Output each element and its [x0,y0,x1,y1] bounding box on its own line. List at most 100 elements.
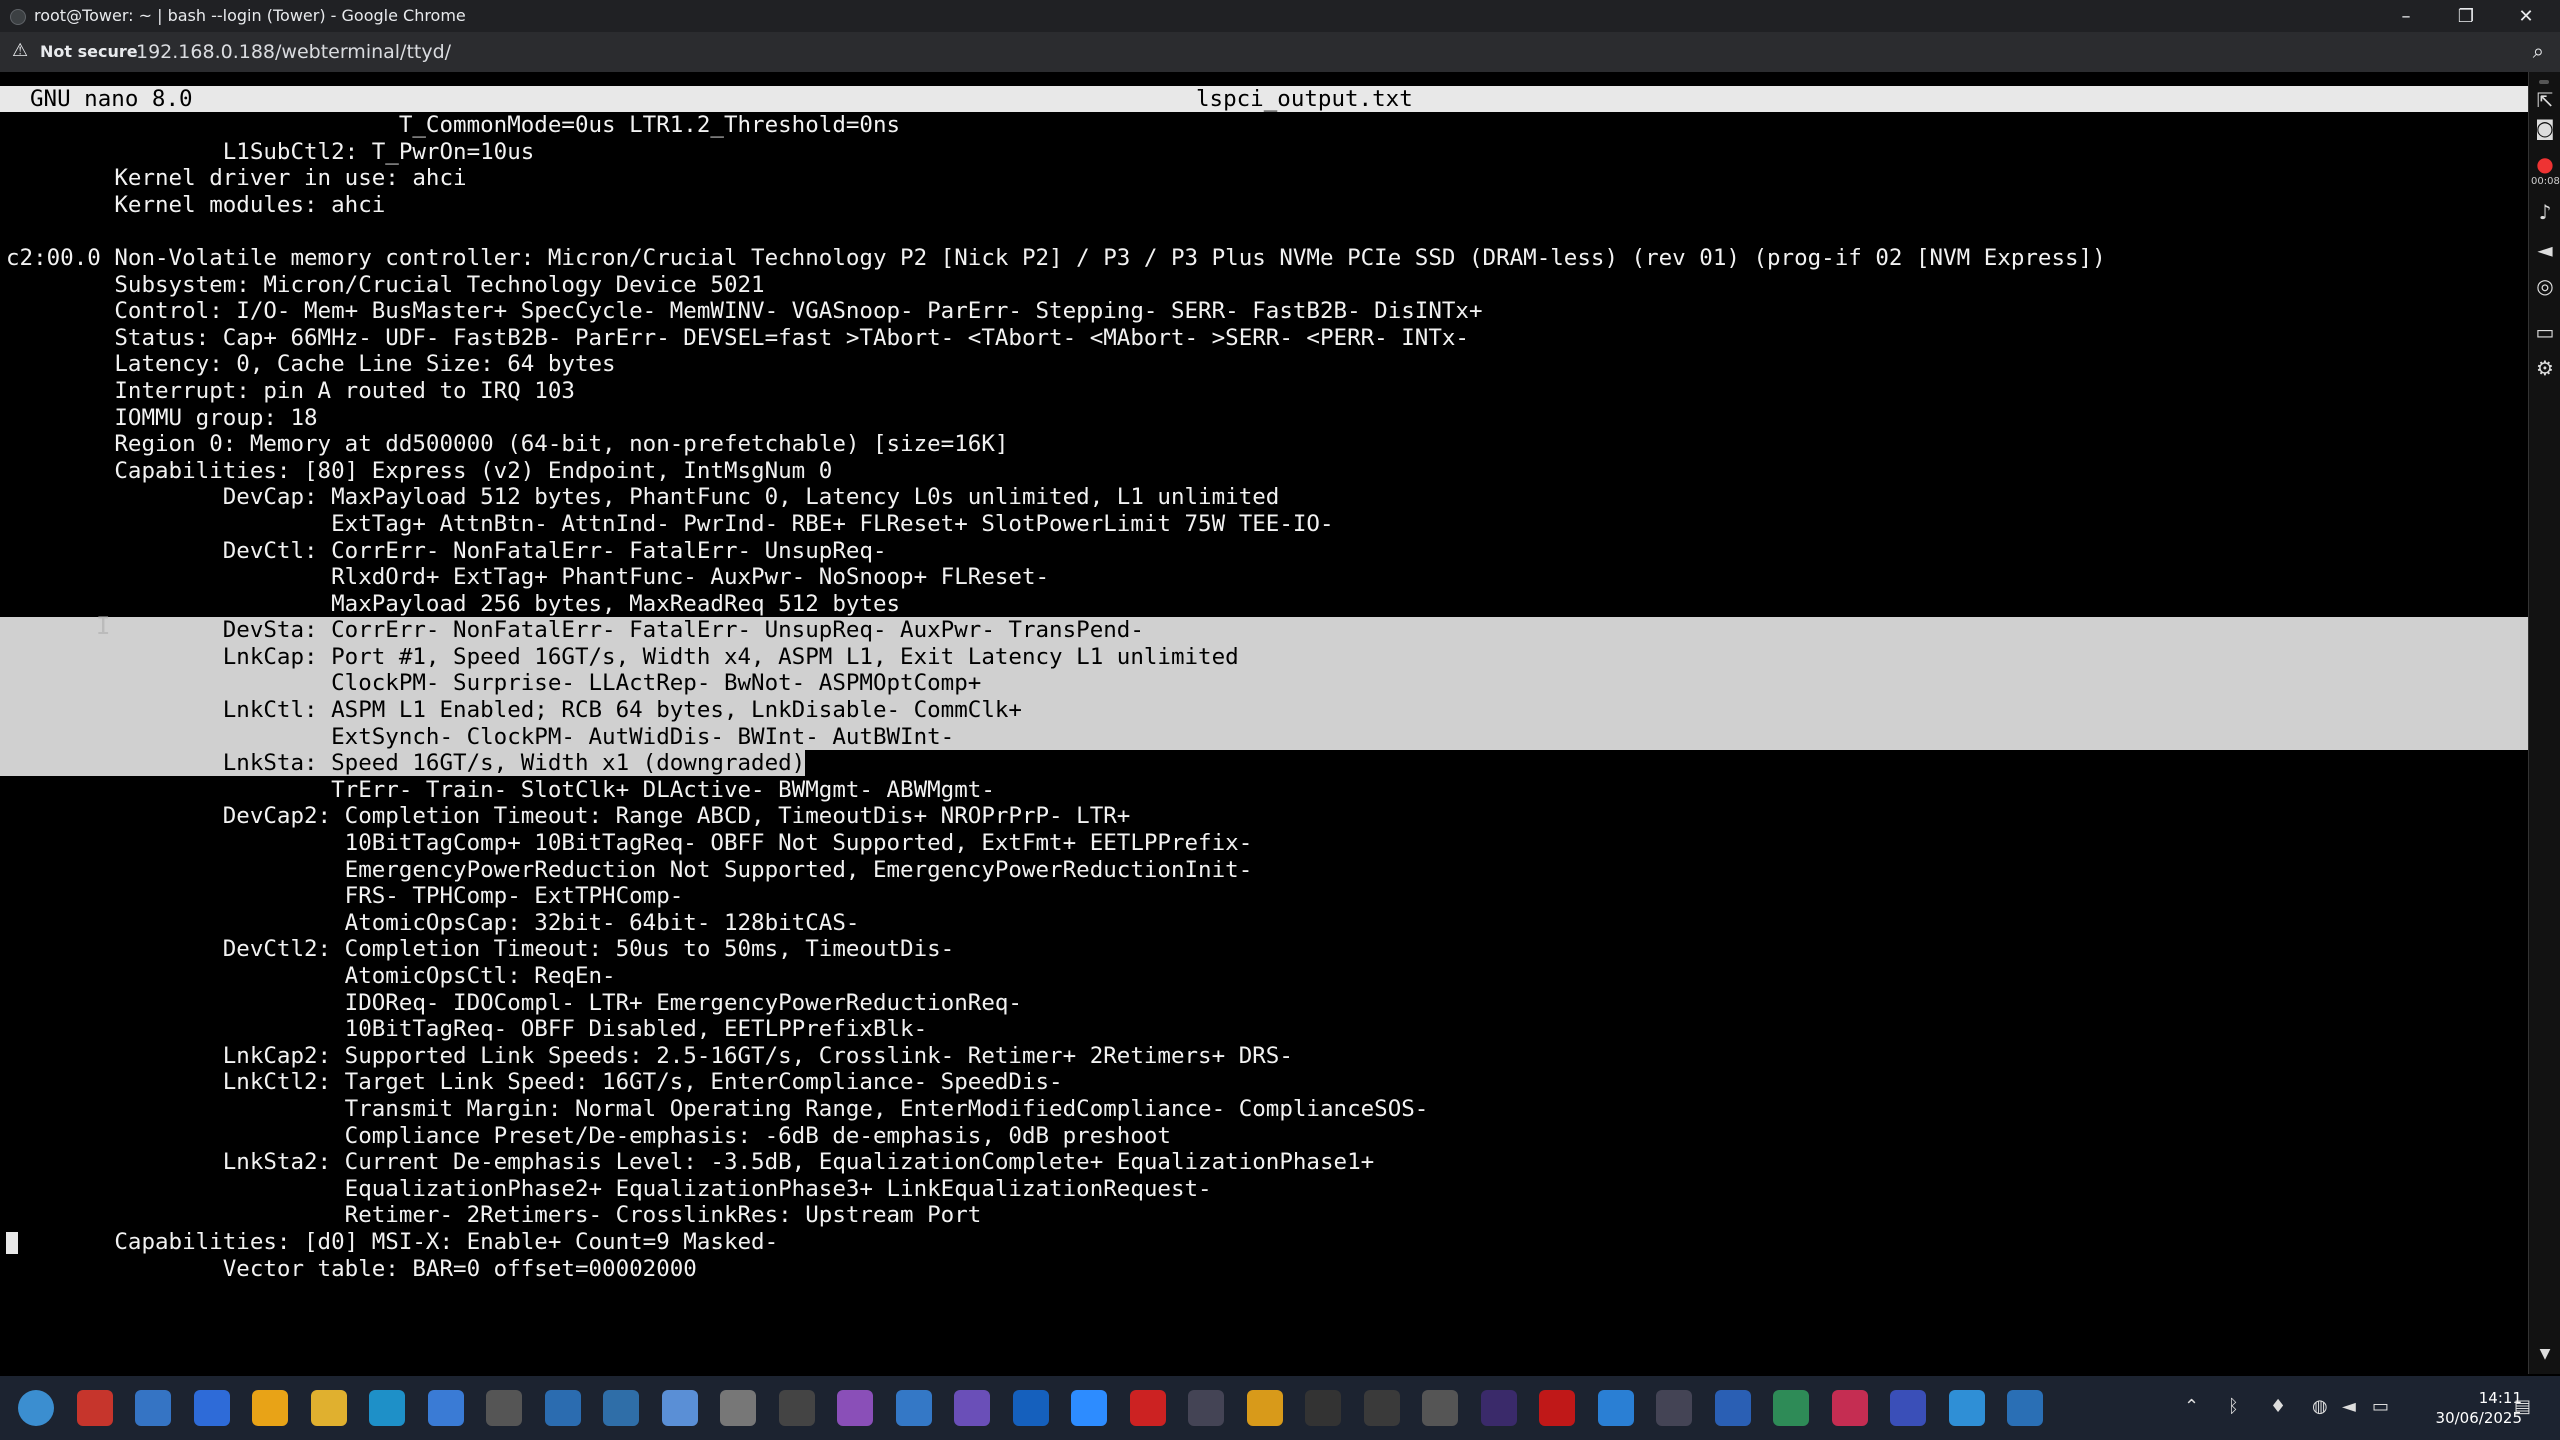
file-line[interactable]: Capabilities: [d0] MSI-X: Enable+ Count=… [6,1229,2526,1256]
file-line[interactable] [6,218,2526,245]
file-line[interactable]: Capabilities: [80] Express (v2) Endpoint… [6,458,2526,485]
file-line[interactable]: AtomicOpsCtl: ReqEn- [6,963,2526,990]
file-line[interactable]: ClockPM- Surprise- LLActRep- BwNot- ASPM… [0,670,2528,698]
file-explorer-icon[interactable] [310,1390,347,1426]
app-icon[interactable] [661,1390,698,1426]
file-line[interactable]: Retimer- 2Retimers- CrosslinkRes: Upstre… [6,1202,2526,1229]
warning-triangle-icon[interactable]: ⚠ [12,40,28,61]
scroll-down-icon[interactable]: ▼ [2533,1342,2557,1366]
record-app-icon[interactable] [1246,1390,1283,1426]
search-app-icon[interactable] [369,1390,405,1426]
file-line[interactable]: c2:00.0 Non-Volatile memory controller: … [6,245,2526,272]
file-line[interactable]: FRS- TPHComp- ExtTPHComp- [6,883,2526,910]
chrome-icon[interactable] [252,1390,288,1426]
file-line[interactable]: Compliance Preset/De-emphasis: -6dB de-e… [6,1123,2526,1150]
app-icon[interactable] [1656,1390,1692,1426]
file-line[interactable]: Kernel driver in use: ahci [6,165,2526,192]
app-icon[interactable] [778,1390,815,1426]
file-line[interactable]: IOMMU group: 18 [6,405,2526,432]
app-icon[interactable] [1129,1390,1166,1426]
media-player-icon[interactable] [76,1390,113,1426]
file-line[interactable]: EmergencyPowerReduction Not Supported, E… [6,857,2526,884]
app-icon[interactable] [1948,1390,1985,1426]
app-icon[interactable] [837,1390,873,1426]
app-icon[interactable] [1480,1390,1517,1426]
file-line[interactable]: RlxdOrd+ ExtTag+ PhantFunc- AuxPwr- NoSn… [6,564,2526,591]
file-line[interactable]: LnkCap: Port #1, Speed 16GT/s, Width x4,… [0,643,2528,671]
file-line[interactable]: AtomicOpsCap: 32bit- 64bit- 128bitCAS- [6,910,2526,937]
opera-icon[interactable] [1597,1390,1634,1426]
app-icon[interactable] [1422,1390,1458,1426]
webcam-icon[interactable]: ◎ [2533,274,2557,298]
app-icon[interactable] [1831,1390,1868,1426]
restore-button[interactable]: ❐ [2436,0,2496,32]
window-app-icon[interactable] [135,1390,171,1426]
browser-app-icon[interactable] [193,1390,230,1426]
file-line[interactable]: Transmit Margin: Normal Operating Range,… [6,1096,2526,1123]
file-content[interactable]: T_CommonMode=0us LTR1.2_Threshold=0ns L1… [0,112,2528,1283]
scrollbar-thumb[interactable] [2539,80,2549,84]
file-line[interactable]: Vector table: BAR=0 offset=00002000 [6,1231,2526,1283]
file-line[interactable]: DevSta: CorrErr- NonFatalErr- FatalErr- … [0,617,2528,644]
bluetooth-icon[interactable]: ᛒ [2228,1396,2239,1417]
app-icon[interactable] [1539,1390,1575,1426]
file-line[interactable]: ExtSynch- ClockPM- AutWidDis- BWInt- Aut… [0,723,2528,751]
file-line[interactable]: LnkCtl: ASPM L1 Enabled; RCB 64 bytes, L… [0,697,2528,724]
minimize-button[interactable]: – [2376,0,2436,32]
app-icon[interactable] [720,1390,756,1426]
file-line[interactable]: Interrupt: pin A routed to IRQ 103 [6,378,2526,405]
file-line[interactable]: T_CommonMode=0us LTR1.2_Threshold=0ns [6,112,2526,139]
app-icon[interactable] [1773,1390,1809,1426]
address-bar[interactable]: ⚠ Not secure 192.168.0.188/webterminal/t… [0,32,2560,72]
file-line[interactable]: EqualizationPhase2+ EqualizationPhase3+ … [6,1176,2526,1203]
camera-icon[interactable]: ◙ [2533,116,2557,140]
terminal-viewport[interactable]: GNU nano 8.0 lspci_output.txt T_CommonMo… [0,72,2528,1374]
not-secure-label[interactable]: Not secure [40,42,138,61]
close-button[interactable]: ✕ [2496,0,2556,32]
url-field[interactable]: 192.168.0.188/webterminal/ttyd/ [136,41,451,63]
keyboard-app-icon[interactable] [486,1390,522,1426]
file-line[interactable]: Latency: 0, Cache Line Size: 64 bytes [6,351,2526,378]
zoom-icon[interactable]: ⌕ [2533,39,2544,63]
file-line[interactable]: 10BitTagReq- OBFF Disabled, EETLPPrefixB… [6,1016,2526,1043]
app-icon[interactable] [1305,1390,1341,1426]
window-icon[interactable]: ▭ [2533,320,2557,344]
file-line[interactable]: TrErr- Train- SlotClk+ DLActive- BWMgmt-… [6,777,2526,804]
file-line[interactable]: DevCap: MaxPayload 512 bytes, PhantFunc … [6,484,2526,511]
file-line[interactable]: DevCtl2: Completion Timeout: 50us to 50m… [6,936,2526,963]
app-icon[interactable] [2007,1390,2043,1426]
speaker-icon[interactable]: ◄ [2533,238,2557,262]
file-line[interactable]: 10BitTagComp+ 10BitTagReq- OBFF Not Supp… [6,830,2526,857]
file-line[interactable]: LnkCtl2: Target Link Speed: 16GT/s, Ente… [6,1069,2526,1096]
app-icon[interactable] [603,1390,639,1426]
search-app-icon-2[interactable] [427,1390,464,1426]
start-icon[interactable] [18,1390,54,1426]
notification-icon[interactable]: ▤ [2514,1396,2531,1417]
record-icon[interactable]: ● [2533,152,2557,176]
network-icon[interactable]: ◍ [2312,1396,2328,1417]
file-line[interactable]: ExtTag+ AttnBtn- AttnInd- PwrInd- RBE+ F… [6,511,2526,538]
battery-icon[interactable]: ▭ [2372,1396,2389,1417]
app-icon[interactable] [954,1390,990,1426]
file-line[interactable]: IDOReq- IDOCompl- LTR+ EmergencyPowerRed… [6,990,2526,1017]
file-line[interactable]: Control: I/O- Mem+ BusMaster+ SpecCycle-… [6,298,2526,325]
tray-app-icon[interactable]: ♦ [2270,1396,2286,1417]
app-icon[interactable] [1890,1390,1926,1426]
tray-chevron-icon[interactable]: ⌃ [2184,1396,2199,1417]
file-line[interactable]: LnkCap2: Supported Link Speeds: 2.5-16GT… [6,1043,2526,1070]
clock[interactable]: 14:11 30/06/2025 [2436,1388,2522,1428]
pin-icon[interactable]: ⇱ [2533,88,2557,112]
app-icon[interactable] [1071,1390,1107,1426]
file-line[interactable]: LnkSta: Speed 16GT/s, Width x1 (downgrad… [0,750,2526,777]
file-line[interactable]: Region 0: Memory at dd500000 (64-bit, no… [6,431,2526,458]
app-icon[interactable] [1714,1390,1751,1426]
app-icon[interactable] [1012,1390,1049,1426]
file-line[interactable]: DevCap2: Completion Timeout: Range ABCD,… [6,803,2526,830]
file-line[interactable]: Kernel modules: ahci [6,192,2526,219]
gear-icon[interactable]: ⚙ [2533,356,2557,380]
file-line[interactable]: L1SubCtl2: T_PwrOn=10us [6,139,2526,166]
file-line[interactable]: Status: Cap+ 66MHz- UDF- FastB2B- ParErr… [6,325,2526,352]
file-line[interactable]: Subsystem: Micron/Crucial Technology Dev… [6,272,2526,299]
file-line[interactable]: MaxPayload 256 bytes, MaxReadReq 512 byt… [6,591,2526,618]
zoom-icon[interactable] [1188,1390,1224,1426]
